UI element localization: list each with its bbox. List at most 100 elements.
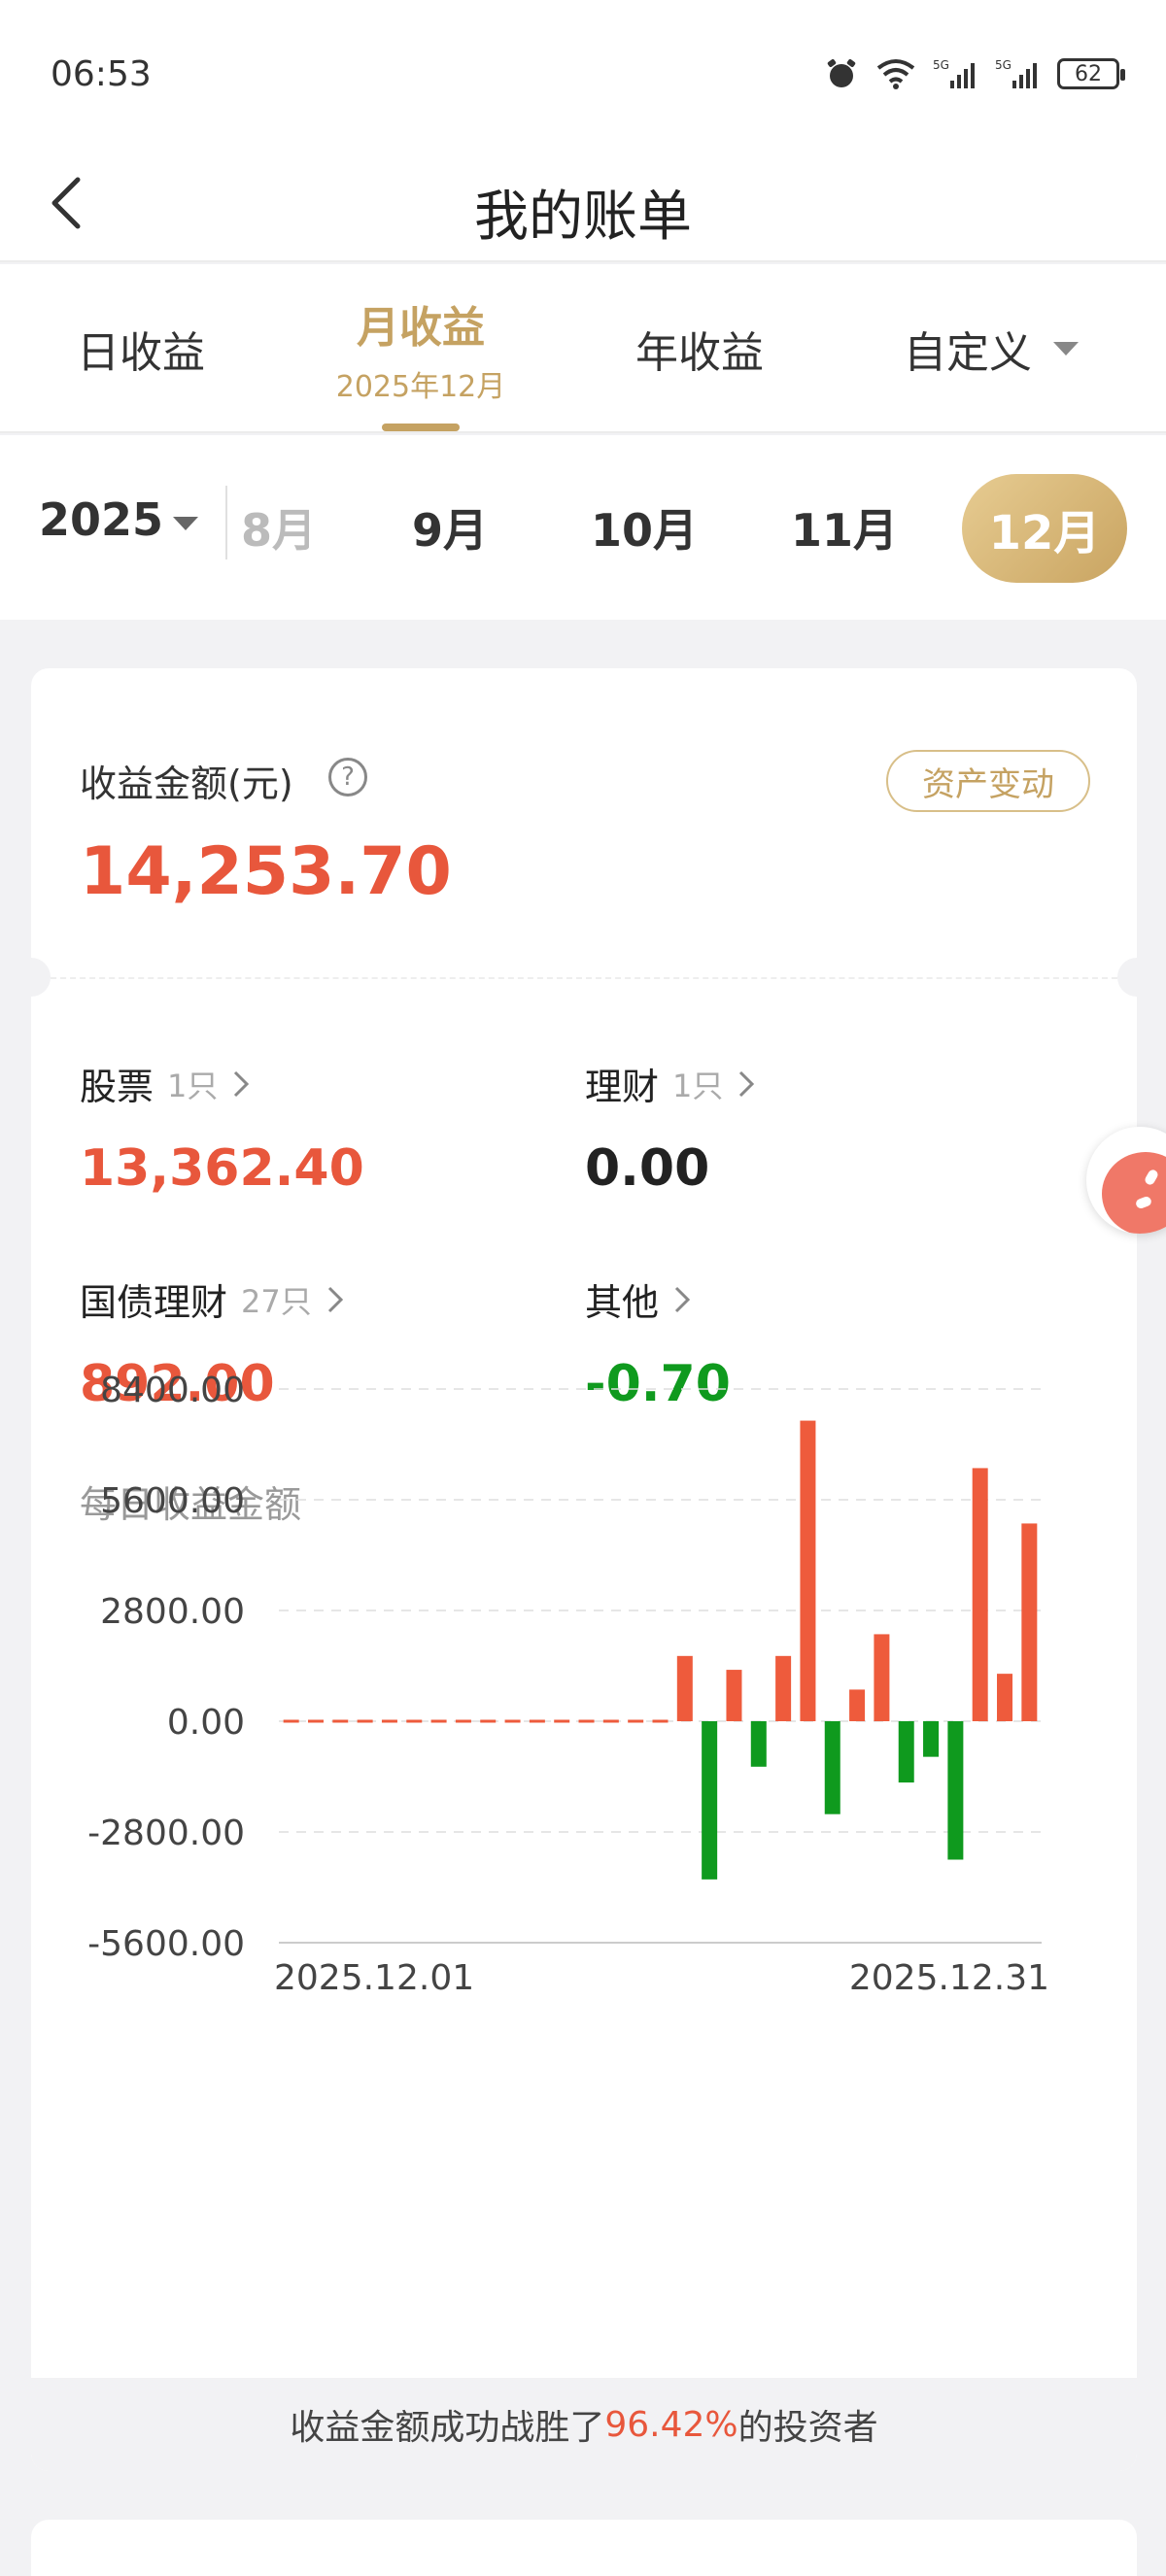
chart-bar	[628, 1719, 644, 1723]
battery-icon: 62	[1057, 58, 1125, 89]
y-tick-label: -2800.00	[87, 1813, 245, 1853]
wifi-icon	[876, 59, 915, 89]
chart-bar	[849, 1689, 866, 1721]
page-title: 我的账单	[474, 186, 692, 249]
category-other[interactable]: 其他 -0.70	[585, 1272, 731, 1413]
alarm-icon	[827, 59, 856, 87]
chart-bar	[602, 1719, 619, 1723]
chevron-right-icon	[737, 1068, 756, 1100]
chart-bar	[824, 1721, 840, 1814]
chart-bar	[750, 1721, 767, 1767]
tab-label: 月收益	[357, 303, 485, 353]
status-bar: 06:53 5G 5G 62	[0, 0, 1166, 146]
tab-daily[interactable]: 日收益	[39, 264, 243, 433]
ranking-prefix: 收益金额成功战胜了	[290, 2408, 605, 2448]
svg-text:5G: 5G	[995, 58, 1012, 72]
chevron-right-icon	[672, 1284, 692, 1315]
tab-sublabel: 2025年12月	[335, 370, 506, 404]
header: 我的账单	[0, 146, 1166, 262]
chart-bar	[357, 1719, 373, 1723]
y-tick-label: 8400.00	[100, 1371, 245, 1410]
month-item[interactable]: 11月	[791, 495, 898, 559]
divider	[31, 977, 1137, 979]
y-tick-label: 5600.00	[100, 1481, 245, 1521]
x-tick-label: 2025.12.31	[849, 1958, 1049, 1998]
category-value: -0.70	[585, 1355, 731, 1413]
chart-bar	[800, 1420, 816, 1721]
chart-bar	[923, 1721, 940, 1757]
status-time: 06:53	[51, 54, 152, 94]
chart-bar	[332, 1719, 349, 1723]
daily-earnings-chart: 8400.00 5600.00 2800.00 0.00 -2800.00 -5600.0…	[87, 1371, 1049, 1998]
ranking-footer: 收益金额成功战胜了 96.42% 的投资者	[31, 2378, 1137, 2471]
chart-bar	[504, 1719, 521, 1723]
signal-5g-icon-2: 5G	[995, 58, 1037, 88]
chart-bar	[898, 1721, 914, 1783]
chart-bar	[430, 1719, 447, 1723]
signal-5g-icon: 5G	[933, 58, 975, 88]
chart-bar	[652, 1719, 669, 1723]
category-value: 0.00	[585, 1139, 710, 1198]
assistant-icon	[1102, 1152, 1166, 1234]
divider	[225, 486, 227, 559]
category-wealth[interactable]: 理财 1只 0.00	[585, 1057, 756, 1198]
category-value: 13,362.40	[80, 1139, 364, 1198]
earnings-label: 收益金额(元)	[80, 763, 293, 805]
year-select[interactable]: 2025	[39, 493, 199, 546]
chart-bar	[947, 1721, 964, 1860]
chart-bar	[726, 1670, 742, 1721]
chart-bar	[972, 1468, 988, 1721]
tab-label: 自定义	[904, 328, 1032, 378]
next-card	[31, 2520, 1137, 2576]
svg-text:5G: 5G	[933, 58, 949, 72]
help-icon[interactable]: ?	[328, 758, 367, 797]
y-tick-label: 2800.00	[100, 1592, 245, 1632]
dropdown-caret-icon	[1053, 342, 1079, 356]
category-stocks[interactable]: 股票 1只 13,362.40	[80, 1057, 364, 1198]
category-name: 国债理财	[80, 1281, 228, 1324]
category-count: 1只	[672, 1067, 724, 1104]
y-tick-label: -5600.00	[87, 1924, 245, 1964]
earnings-card: 收益金额(元) ? 资产变动 14,253.70 股票 1只 13,362.40 …	[31, 668, 1137, 2471]
chart-bar	[406, 1719, 423, 1723]
tab-label: 日收益	[77, 328, 205, 378]
status-icons: 5G 5G 62	[824, 56, 1125, 91]
total-earnings: 14,253.70	[80, 833, 452, 910]
asset-change-button[interactable]: 资产变动	[886, 750, 1090, 812]
tab-yearly[interactable]: 年收益	[598, 264, 802, 433]
y-tick-label: 0.00	[167, 1703, 245, 1743]
chart-bar	[283, 1719, 299, 1723]
chart-bar	[874, 1634, 890, 1721]
chart-bar	[554, 1719, 570, 1723]
chart-bar	[997, 1674, 1013, 1721]
chart-bar	[455, 1719, 471, 1723]
chevron-right-icon	[326, 1284, 345, 1315]
month-item-selected[interactable]: 12月	[962, 474, 1127, 583]
category-count: 27只	[241, 1282, 312, 1320]
card-notch	[1117, 958, 1137, 997]
ranking-percent: 96.42%	[604, 2404, 738, 2445]
chart-bar	[578, 1719, 595, 1723]
chart-bar	[775, 1655, 792, 1721]
chevron-right-icon	[231, 1068, 251, 1100]
card-notch	[31, 958, 51, 997]
tab-monthly[interactable]: 月收益 2025年12月	[314, 264, 528, 433]
ranking-suffix: 的投资者	[737, 2408, 878, 2448]
chart-bar	[529, 1719, 545, 1723]
category-name: 理财	[585, 1066, 660, 1108]
tab-label: 年收益	[635, 328, 764, 378]
dropdown-caret-icon	[173, 516, 199, 530]
chart-bar	[1021, 1523, 1038, 1721]
tab-custom[interactable]: 自定义	[865, 264, 1117, 433]
x-tick-label: 2025.12.01	[274, 1958, 474, 1998]
chart-bar	[676, 1655, 693, 1721]
year-value: 2025	[39, 493, 164, 546]
period-tabs: 日收益 月收益 2025年12月 年收益 自定义	[0, 264, 1166, 433]
chart-bar	[480, 1719, 497, 1723]
month-item[interactable]: 10月	[591, 495, 698, 559]
category-count: 1只	[167, 1067, 219, 1104]
category-name: 股票	[80, 1066, 154, 1108]
month-item[interactable]: 8月	[241, 495, 309, 559]
month-item[interactable]: 9月	[412, 495, 488, 559]
chart-bar	[381, 1719, 397, 1723]
